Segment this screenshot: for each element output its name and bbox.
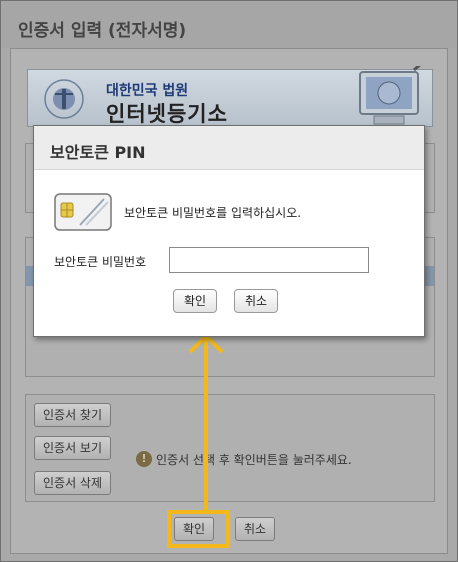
pin-field-label: 보안토큰 비밀번호 bbox=[54, 255, 147, 269]
pin-dialog-titlebar: 보안토큰 PIN bbox=[34, 126, 424, 170]
token-pin-dialog: 보안토큰 PIN 보안토큰 비밀번호를 입력하십시오. 보안토큰 비밀번호 확인… bbox=[33, 125, 425, 337]
court-banner: 대한민국 법원 인터넷등기소 bbox=[27, 66, 433, 127]
pin-password-field[interactable] bbox=[169, 247, 369, 273]
pin-dialog-title: 보안토큰 PIN bbox=[50, 143, 146, 162]
outer-cancel-button[interactable]: 취소 bbox=[235, 517, 276, 541]
delete-certificate-button[interactable]: 인증서 삭제 bbox=[34, 471, 112, 495]
pin-cancel-button[interactable]: 취소 bbox=[234, 289, 279, 313]
pin-ok-button[interactable]: 확인 bbox=[173, 289, 218, 313]
certificate-actions: 인증서 찾기 인증서 보기 인증서 삭제 ! 인증서 선택 후 확인버튼을 눌러… bbox=[25, 394, 435, 502]
banner-title: 인터넷등기소 bbox=[106, 102, 228, 126]
dialog-titlebar: 인증서 입력 (전자서명) bbox=[2, 2, 456, 48]
computer-illustration-icon bbox=[359, 66, 421, 125]
view-certificate-button[interactable]: 인증서 보기 bbox=[34, 436, 112, 460]
court-emblem-icon bbox=[44, 79, 84, 119]
dialog-title: 인증서 입력 (전자서명) bbox=[18, 21, 187, 41]
banner-subtitle: 대한민국 법원 bbox=[106, 83, 189, 99]
smart-card-icon bbox=[54, 193, 112, 231]
pin-instruction: 보안토큰 비밀번호를 입력하십시오. bbox=[124, 206, 302, 220]
up-arrow-annotation bbox=[188, 333, 224, 512]
info-icon: ! bbox=[136, 451, 152, 467]
ok-button-highlight bbox=[167, 510, 230, 548]
find-certificate-button[interactable]: 인증서 찾기 bbox=[34, 403, 112, 427]
